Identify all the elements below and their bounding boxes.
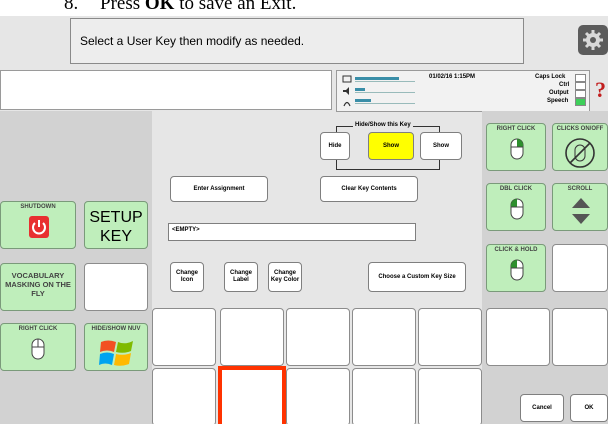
caps-lock-label: Caps Lock	[535, 74, 566, 80]
setup-key-label: SETUP KEY	[89, 209, 143, 245]
clicks-on-off-key[interactable]: CLICKS ON/OFF	[552, 123, 608, 171]
grid-key-6[interactable]	[486, 308, 550, 366]
level-bar-3	[355, 99, 371, 102]
message-text-bar[interactable]	[0, 70, 332, 110]
grid-key-11[interactable]	[418, 368, 482, 424]
document-step-line: 8. Press OK to save an Exit.	[0, 0, 608, 16]
ctrl-indicator	[575, 82, 586, 90]
help-button[interactable]: ?	[591, 70, 608, 112]
show-button-2[interactable]: Show	[420, 132, 462, 160]
selected-user-key[interactable]	[218, 366, 286, 424]
level-track-3	[355, 103, 415, 104]
power-icon	[29, 216, 49, 238]
level-track-2	[355, 92, 415, 93]
keyboard-editor-window: Select a User Key then modify as needed.…	[0, 16, 608, 424]
ok-button[interactable]: OK	[570, 394, 608, 422]
instruction-box: Select a User Key then modify as needed.	[70, 18, 524, 64]
clear-key-contents-button[interactable]: Clear Key Contents	[320, 176, 418, 202]
level-bar-2	[355, 88, 365, 91]
speech-label: Speech	[547, 98, 569, 104]
grid-key-5[interactable]	[418, 308, 482, 366]
help-icon: ?	[595, 77, 606, 102]
step-text: Press OK to save an Exit.	[100, 0, 297, 14]
grid-key-10[interactable]	[352, 368, 416, 424]
output-label: Output	[549, 90, 569, 96]
output-indicator	[575, 90, 586, 98]
clicks-on-off-label: CLICKS ON/OFF	[556, 126, 604, 132]
hide-show-nuv-key[interactable]: HIDE/SHOW NUV	[84, 323, 148, 371]
choose-custom-key-size-button[interactable]: Choose a Custom Key Size	[368, 262, 466, 292]
mouse-left-button-icon	[510, 198, 524, 220]
windows-logo-icon	[99, 340, 133, 366]
setup-key[interactable]: SETUP KEY	[84, 201, 148, 249]
vocabulary-masking-label: VOCABULARY MASKING ON THE FLY	[5, 271, 71, 298]
right-click-key[interactable]: RIGHT CLICK	[486, 123, 546, 171]
mouse-right-icon	[31, 338, 45, 360]
cancel-button[interactable]: Cancel	[520, 394, 564, 422]
status-panel: 01/02/16 1:15PM Caps Lock Ctrl Output Sp…	[336, 70, 590, 112]
caps-lock-indicator	[575, 74, 586, 82]
scroll-key[interactable]: SCROLL	[552, 183, 608, 231]
grid-key-7[interactable]	[552, 308, 608, 366]
hide-show-title: Hide/Show this Key	[353, 122, 413, 128]
blank-right-key[interactable]	[552, 244, 608, 292]
gear-icon	[583, 30, 603, 50]
grid-key-1[interactable]	[152, 308, 216, 366]
scroll-label: SCROLL	[567, 186, 593, 192]
change-label-button[interactable]: Change Label	[224, 262, 258, 292]
grid-key-8[interactable]	[152, 368, 216, 424]
level-bar-1	[355, 77, 399, 80]
grid-key-4[interactable]	[352, 308, 416, 366]
settings-gear-button[interactable]	[578, 25, 608, 55]
status-icons	[342, 75, 352, 107]
change-icon-button[interactable]: Change Icon	[170, 262, 204, 292]
grid-key-2[interactable]	[220, 308, 284, 366]
clicks-off-icon	[565, 138, 595, 168]
shutdown-label: SHUTDOWN	[20, 204, 56, 210]
show-button[interactable]: Show	[368, 132, 414, 160]
hide-show-nuv-label: HIDE/SHOW NUV	[91, 326, 141, 332]
assignment-field[interactable]: <EMPTY>	[168, 223, 416, 241]
speech-indicator	[575, 98, 586, 106]
level-track-1	[355, 81, 415, 82]
hide-button[interactable]: Hide	[320, 132, 350, 160]
right-click-left-key[interactable]: RIGHT CLICK	[0, 323, 76, 371]
vocabulary-masking-key[interactable]: VOCABULARY MASKING ON THE FLY	[0, 263, 76, 311]
blank-user-key[interactable]	[84, 263, 148, 311]
mouse-hold-icon	[510, 259, 524, 281]
step-number: 8.	[64, 0, 79, 14]
mouse-right-button-icon	[510, 138, 524, 160]
grid-key-3[interactable]	[286, 308, 350, 366]
ctrl-label: Ctrl	[559, 82, 570, 88]
enter-assignment-button[interactable]: Enter Assignment	[170, 176, 268, 202]
click-hold-label: CLICK & HOLD	[494, 247, 538, 253]
datetime: 01/02/16 1:15PM	[429, 74, 476, 80]
dbl-click-label: DBL CLICK	[499, 186, 533, 192]
grid-key-9[interactable]	[286, 368, 350, 424]
left-key-panel: SHUTDOWN SETUP KEY VOCABULARY MASKING ON…	[0, 111, 152, 424]
dbl-click-key[interactable]: DBL CLICK	[486, 183, 546, 231]
scroll-arrows-icon	[572, 198, 590, 224]
right-click-left-label: RIGHT CLICK	[18, 326, 58, 332]
change-key-color-button[interactable]: Change Key Color	[268, 262, 302, 292]
click-hold-key[interactable]: CLICK & HOLD	[486, 244, 546, 292]
shutdown-key[interactable]: SHUTDOWN	[0, 201, 76, 249]
right-click-label: RIGHT CLICK	[496, 126, 536, 132]
right-key-panel: RIGHT CLICK CLICKS ON/OFF DBL CLICK SCRO…	[482, 111, 608, 424]
